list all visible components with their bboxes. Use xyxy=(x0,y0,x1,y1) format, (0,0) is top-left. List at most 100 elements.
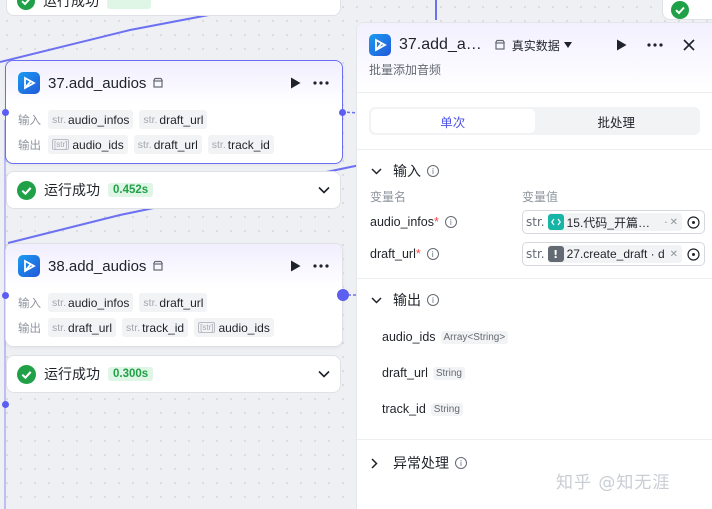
top-status-card[interactable]: 运行成功 xyxy=(6,0,341,16)
run-node-38-button[interactable] xyxy=(284,255,306,277)
input-tag-draft-url: str. draft_url xyxy=(139,110,208,129)
top-status-text: 运行成功 xyxy=(43,0,99,10)
node-38-input-port[interactable] xyxy=(2,292,9,299)
node-37-status-text: 运行成功 xyxy=(44,183,100,199)
tab-batch[interactable]: 批处理 xyxy=(535,109,699,133)
chevron-down-icon[interactable] xyxy=(318,186,330,194)
node-38-run-time: 0.300s xyxy=(108,367,154,381)
node-38-output-port[interactable] xyxy=(337,289,349,301)
var-value-audio-infos[interactable]: str. 15.代码_开篇… · ✕ xyxy=(522,210,705,234)
tab-single[interactable]: 单次 xyxy=(371,109,535,133)
node-38-add-audios[interactable]: 38.add_audios 输入 str. audio_infos str. dra… xyxy=(5,243,343,347)
output-label: 输出 xyxy=(18,320,41,335)
node-37-header: 37.add_audios xyxy=(6,61,342,105)
variable-picker-icon[interactable] xyxy=(682,215,704,229)
chevron-down-icon[interactable] xyxy=(371,296,385,304)
store-icon xyxy=(152,260,164,272)
error-handling-title: 异常处理 xyxy=(393,456,449,472)
col-variable-name: 变量名 xyxy=(370,189,407,204)
input-label: 输入 xyxy=(18,112,41,127)
var-value-draft-url[interactable]: str. ! 27.create_draft · d ✕ xyxy=(522,242,705,266)
info-icon[interactable]: i xyxy=(455,457,467,469)
run-mode-tabs: 单次 批处理 xyxy=(369,107,700,135)
partial-node-right[interactable] xyxy=(662,0,712,20)
input-tag-audio-infos: str. audio_infos xyxy=(48,110,134,129)
output-tag-audio-ids: [str] audio_ids xyxy=(194,318,274,337)
input-section-title: 输入 xyxy=(393,164,421,180)
type-tag: Array<String> xyxy=(440,330,509,344)
success-check-icon xyxy=(17,180,36,200)
output-tag-audio-ids: [str] audio_ids xyxy=(48,135,128,154)
ref-chip-code-node[interactable]: 15.代码_开篇… · ✕ xyxy=(547,213,682,231)
panel-description: 批量添加音频 xyxy=(369,63,442,77)
output-row-track-id: track_id String xyxy=(357,391,712,427)
panel-title[interactable]: 37.add_a… xyxy=(399,36,482,54)
variable-picker-icon[interactable] xyxy=(682,247,704,261)
node-37-inputs-row: 输入 str. audio_infos str. draft_url xyxy=(6,107,342,132)
panel-header: 37.add_a… 真实数据 批量添加音频 xyxy=(357,23,712,93)
clear-ref-icon[interactable]: ✕ xyxy=(670,217,678,228)
panel-more-button[interactable] xyxy=(644,34,666,56)
output-tag-track-id: str. track_id xyxy=(207,135,274,154)
input-section-header[interactable]: 输入 i xyxy=(357,156,712,186)
variable-column-header: 变量名 变量值 xyxy=(357,186,712,206)
store-icon xyxy=(494,39,506,51)
success-check-icon xyxy=(671,1,689,23)
input-tag-draft-url: str. draft_url xyxy=(139,293,208,312)
node-38-header: 38.add_audios xyxy=(6,244,342,288)
chevron-down-icon[interactable] xyxy=(371,167,385,175)
var-row-audio-infos: audio_infos * i str. 15.代码_开篇… · ✕ xyxy=(357,206,712,238)
var-name-audio-infos: audio_infos xyxy=(370,215,434,229)
input-tag-audio-infos: str. audio_infos xyxy=(48,293,134,312)
output-section-title: 输出 xyxy=(393,293,421,309)
node-37-output-port[interactable] xyxy=(339,109,346,116)
clear-ref-icon[interactable]: ✕ xyxy=(670,249,678,260)
data-mode-select[interactable]: 真实数据 xyxy=(512,37,560,54)
success-check-icon xyxy=(17,364,36,384)
node-38-title: 38.add_audios xyxy=(48,257,147,275)
jianying-plugin-icon xyxy=(18,72,40,94)
success-check-icon xyxy=(17,0,35,10)
top-status-time-badge xyxy=(107,0,151,9)
output-tag-draft-url: str. draft_url xyxy=(48,318,117,337)
node-38-status-text: 运行成功 xyxy=(44,367,100,383)
caret-down-icon[interactable] xyxy=(563,42,572,48)
watermark: 知乎 @知无涯 xyxy=(556,473,671,493)
ref-chip-create-draft[interactable]: ! 27.create_draft · d ✕ xyxy=(547,245,682,263)
run-node-37-button[interactable] xyxy=(284,72,306,94)
output-label: 输出 xyxy=(18,137,41,152)
lower-branch-port[interactable] xyxy=(2,401,9,408)
node-37-status-card[interactable]: 运行成功 0.452s xyxy=(6,171,341,209)
node-38-inputs-row: 输入 str. audio_infos str. draft_url xyxy=(6,290,342,315)
node-38-outputs-row: 输出 str. draft_url str. track_id [str] audio… xyxy=(6,315,342,340)
panel-close-button[interactable] xyxy=(678,34,700,56)
store-icon xyxy=(152,77,164,89)
info-icon[interactable]: i xyxy=(427,165,439,177)
info-icon[interactable]: i xyxy=(426,248,439,260)
type-tag: String xyxy=(430,402,463,416)
output-row-audio-ids: audio_ids Array<String> xyxy=(357,319,712,355)
output-row-draft-url: draft_url String xyxy=(357,355,712,391)
info-icon[interactable]: i xyxy=(444,216,457,228)
node-38-status-card[interactable]: 运行成功 0.300s xyxy=(6,355,341,393)
output-tag-draft-url: str. draft_url xyxy=(133,135,202,154)
warning-icon: ! xyxy=(547,246,564,262)
node-37-more-button[interactable] xyxy=(310,72,332,94)
code-icon xyxy=(547,214,564,230)
col-variable-value: 变量值 xyxy=(522,189,559,204)
node-37-run-time: 0.452s xyxy=(108,183,154,197)
chevron-right-icon[interactable] xyxy=(371,457,385,469)
node-37-input-port[interactable] xyxy=(2,109,9,116)
node-37-add-audios[interactable]: 37.add_audios 输入 str. audio_infos str. dra… xyxy=(5,60,343,164)
node-37-title: 37.add_audios xyxy=(48,74,147,92)
var-name-draft-url: draft_url xyxy=(370,247,416,261)
info-icon[interactable]: i xyxy=(427,294,439,306)
panel-run-button[interactable] xyxy=(610,34,632,56)
chevron-down-icon[interactable] xyxy=(318,370,330,378)
output-section-header[interactable]: 输出 i xyxy=(357,285,712,315)
output-tag-track-id: str. track_id xyxy=(122,318,189,337)
jianying-plugin-icon xyxy=(18,255,40,277)
node-38-more-button[interactable] xyxy=(310,255,332,277)
jianying-plugin-icon xyxy=(369,34,391,56)
var-row-draft-url: draft_url * i str. ! 27.create_draft · d ✕ xyxy=(357,238,712,270)
